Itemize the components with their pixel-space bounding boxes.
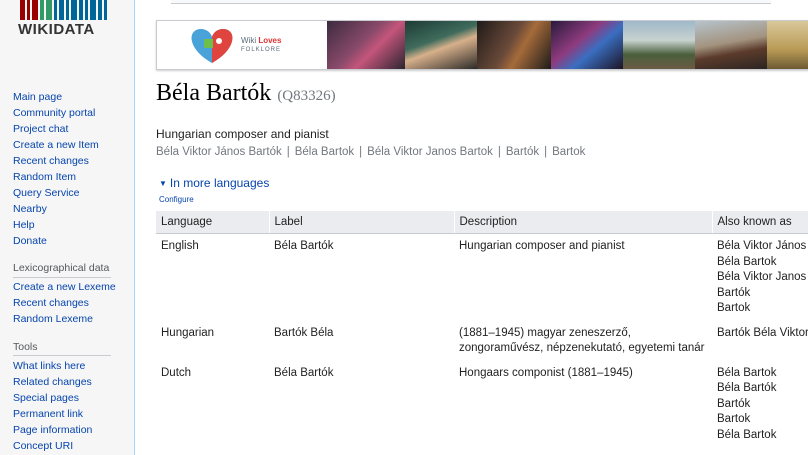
lexeme-heading: Lexicographical data [13, 262, 110, 274]
nav-donate[interactable]: Donate [13, 233, 99, 249]
barcode-icon [20, 0, 108, 20]
nav-create-item[interactable]: Create a new Item [13, 137, 99, 153]
alias: Béla Bartok [294, 146, 355, 158]
alias: Bartok [552, 146, 586, 158]
nav-community-portal[interactable]: Community portal [13, 105, 99, 121]
alias: Bartók [505, 146, 540, 158]
row-description: (1881–1945) magyar zeneszerző, zongoramű… [454, 321, 712, 361]
nav-what-links-here[interactable]: What links here [13, 358, 92, 374]
nav-main-page[interactable]: Main page [13, 89, 99, 105]
nav-project-chat[interactable]: Project chat [13, 121, 99, 137]
table-row: Dutch Béla Bartók Hongaars componist (18… [156, 361, 808, 448]
row-label: Béla Bartók [274, 240, 334, 252]
sidebar: WIKIDATA Main page Community portal Proj… [0, 0, 134, 455]
column-header-label: Label [269, 211, 455, 234]
tools-heading: Tools [13, 341, 38, 353]
nav-permanent-link[interactable]: Permanent link [13, 406, 92, 422]
row-label: Bartók Béla [274, 326, 334, 339]
divider [13, 277, 111, 278]
nav-random-lexeme[interactable]: Random Lexeme [13, 311, 116, 327]
divider [13, 355, 111, 356]
logo-text: WIKIDATA [18, 21, 95, 38]
nav-help[interactable]: Help [13, 217, 99, 233]
table-row: English Béla Bartók Hungarian composer a… [156, 234, 808, 321]
in-more-languages-toggle[interactable]: ▼ In more languages [159, 176, 269, 190]
triangle-down-icon: ▼ [159, 179, 167, 188]
alias: Bartók [717, 286, 751, 299]
main-navigation: Main page Community portal Project chat … [13, 89, 99, 249]
nav-random-item[interactable]: Random Item [13, 169, 99, 185]
nav-related-changes[interactable]: Related changes [13, 374, 92, 390]
folklore-photo [327, 21, 405, 69]
alias: Béla Bartok [717, 428, 777, 441]
nav-lexeme-recent-changes[interactable]: Recent changes [13, 295, 116, 311]
nav-concept-uri[interactable]: Concept URI [13, 438, 92, 454]
main-content: Wiki Loves FOLKLORE Béla Bartók (Q83326) … [134, 0, 808, 455]
row-also-known-as: Bartók Béla Viktor [712, 321, 808, 361]
nav-recent-changes[interactable]: Recent changes [13, 153, 99, 169]
tools-navigation: What links here Related changes Special … [13, 358, 92, 454]
alias: Bartok [717, 302, 751, 314]
column-header-also-known-as: Also known as [712, 211, 808, 234]
description-line: zongoraművész, népzenekutató, egyetemi t… [459, 342, 705, 354]
alias: Béla Bartók [717, 382, 777, 394]
nav-page-information[interactable]: Page information [13, 422, 92, 438]
alias: Béla Viktor János Bartók [156, 146, 282, 158]
nav-create-lexeme[interactable]: Create a new Lexeme [13, 279, 116, 295]
row-also-known-as: Béla Bartok Béla Bartók Bartók Bartok Bé… [712, 361, 808, 448]
folklore-photo [405, 21, 477, 69]
row-language: English [161, 240, 199, 252]
alias: Béla Bartok [717, 255, 777, 268]
alias: Bartók [717, 397, 751, 410]
folklore-photo [551, 21, 623, 69]
row-description: Hungarian composer and pianist [454, 234, 712, 321]
heart-puzzle-icon [191, 29, 233, 63]
row-label: Béla Bartók [274, 366, 334, 379]
alias: Béla Viktor János [717, 240, 807, 252]
banner-title-loves: Loves [258, 36, 282, 45]
alias: Bartok [717, 413, 751, 425]
lexeme-navigation: Create a new Lexeme Recent changes Rando… [13, 279, 116, 327]
alias-separator: | [359, 146, 363, 158]
nav-nearby[interactable]: Nearby [13, 201, 99, 217]
banner-logo: Wiki Loves FOLKLORE [157, 21, 327, 69]
item-aliases: Béla Viktor János Bartók | Béla Bartok | Bél… [156, 146, 585, 158]
column-header-description: Description [454, 211, 713, 234]
row-also-known-as: Béla Viktor János Béla Bartok Béla Vikto… [712, 234, 808, 321]
alias-separator: | [544, 146, 548, 158]
banner-title-wiki: Wiki [241, 36, 259, 45]
wiki-loves-folklore-banner[interactable]: Wiki Loves FOLKLORE [156, 20, 808, 70]
alias: Béla Viktor Janos [717, 271, 807, 283]
alias: Béla Viktor Janos Bartok [367, 146, 493, 158]
description-line: Hongaars componist (1881–1945) [459, 366, 633, 379]
row-language: Dutch [161, 366, 192, 379]
top-notice-strip [171, 0, 771, 4]
toggle-label: In more languages [169, 176, 270, 190]
table-header-row: Language Label Description Also known as [156, 211, 808, 234]
alias: Béla Bartok [717, 366, 777, 379]
column-header-language: Language [156, 211, 270, 234]
item-id: (Q83326) [277, 88, 336, 104]
row-description: Hongaars componist (1881–1945) [454, 361, 712, 448]
alias-separator: | [497, 146, 501, 158]
languages-table: Language Label Description Also known as… [156, 211, 808, 447]
table-row: Hungarian Bartók Béla (1881–1945) magyar… [156, 321, 808, 361]
item-label: Béla Bartók [156, 80, 272, 106]
item-description: Hungarian composer and pianist [156, 127, 329, 141]
folklore-photo [767, 21, 808, 69]
wikidata-logo[interactable]: WIKIDATA [18, 0, 108, 40]
nav-query-service[interactable]: Query Service [13, 185, 99, 201]
page-title: Béla Bartók (Q83326) [156, 80, 336, 107]
folklore-photo [477, 21, 551, 69]
folklore-photo [695, 21, 767, 69]
description-line: Hungarian composer and pianist [459, 240, 625, 252]
configure-link[interactable]: Configure [159, 195, 194, 204]
description-line: (1881–1945) magyar zeneszerző, [459, 326, 631, 339]
folklore-photo [623, 21, 695, 69]
nav-special-pages[interactable]: Special pages [13, 390, 92, 406]
banner-subtitle: FOLKLORE [241, 47, 282, 53]
row-language: Hungarian [161, 326, 215, 339]
alias-separator: | [286, 146, 290, 158]
alias: Bartók Béla Viktor [717, 326, 808, 339]
